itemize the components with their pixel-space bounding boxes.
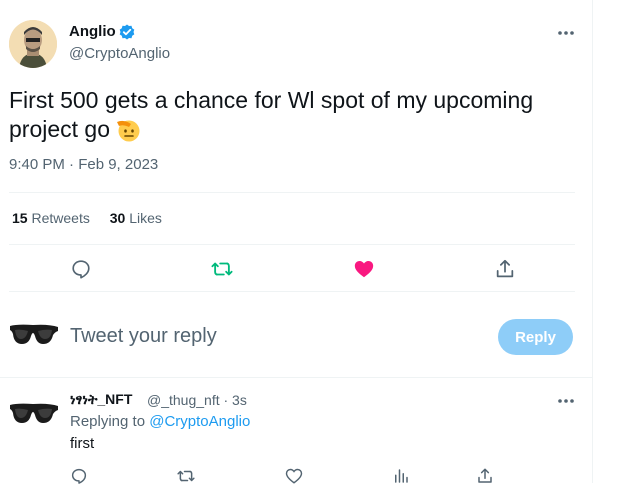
reply-share-icon[interactable] <box>476 467 494 485</box>
reply-button[interactable]: Reply <box>498 319 573 355</box>
author-name[interactable]: Anglio <box>69 23 116 40</box>
reply-more-options-icon[interactable] <box>556 391 576 411</box>
retweets-count: 15 <box>12 210 28 226</box>
reply-reply-icon[interactable] <box>70 467 88 485</box>
tweet-text-content: First 500 gets a chance for Wl spot of m… <box>9 87 534 142</box>
reply-author-handle[interactable]: @_thug_nft <box>147 392 220 408</box>
likes-count: 30 <box>109 210 126 226</box>
reply-icon[interactable] <box>70 258 92 280</box>
reply-author-meta: @_thug_nft · 3s <box>147 392 247 408</box>
reply-age[interactable]: · 3s <box>224 392 247 408</box>
replying-to: Replying to @CryptoAnglio <box>70 413 250 430</box>
more-options-icon[interactable] <box>556 23 576 43</box>
likes-stat[interactable]: 30 Likes <box>110 210 162 226</box>
author-handle[interactable]: @CryptoAnglio <box>69 45 170 62</box>
current-user-avatar[interactable] <box>9 322 59 350</box>
verified-badge-icon <box>119 24 135 40</box>
retweet-icon[interactable] <box>211 258 233 280</box>
saluting-face-emoji-icon <box>114 115 142 143</box>
tweet-timestamp[interactable]: 9:40 PM · Feb 9, 2023 <box>9 156 158 173</box>
reply-views-icon[interactable] <box>392 467 410 485</box>
reply-author-avatar[interactable] <box>9 401 59 429</box>
divider <box>9 192 575 193</box>
replying-to-link[interactable]: @CryptoAnglio <box>149 413 250 430</box>
retweets-stat[interactable]: 15 Retweets <box>12 210 90 226</box>
author-avatar[interactable] <box>9 20 57 68</box>
divider <box>9 244 575 245</box>
tweet-column: Anglio @CryptoAnglio First 500 gets a ch… <box>0 0 593 485</box>
reply-input[interactable]: Tweet your reply <box>70 325 217 348</box>
likes-label: Likes <box>129 210 162 226</box>
share-icon[interactable] <box>494 258 516 280</box>
tweet-stats: 15 Retweets 30 Likes <box>12 210 178 226</box>
divider <box>9 291 575 292</box>
replying-to-label: Replying to <box>70 413 146 430</box>
liked-heart-icon[interactable] <box>353 258 375 280</box>
reply-text: first <box>70 435 95 452</box>
tweet-text: First 500 gets a chance for Wl spot of m… <box>9 86 569 144</box>
divider <box>0 377 592 378</box>
reply-author-name[interactable]: ነፃነት_NFT <box>70 391 132 408</box>
reply-like-icon[interactable] <box>285 467 303 485</box>
reply-retweet-icon[interactable] <box>177 467 195 485</box>
retweets-label: Retweets <box>31 210 90 226</box>
